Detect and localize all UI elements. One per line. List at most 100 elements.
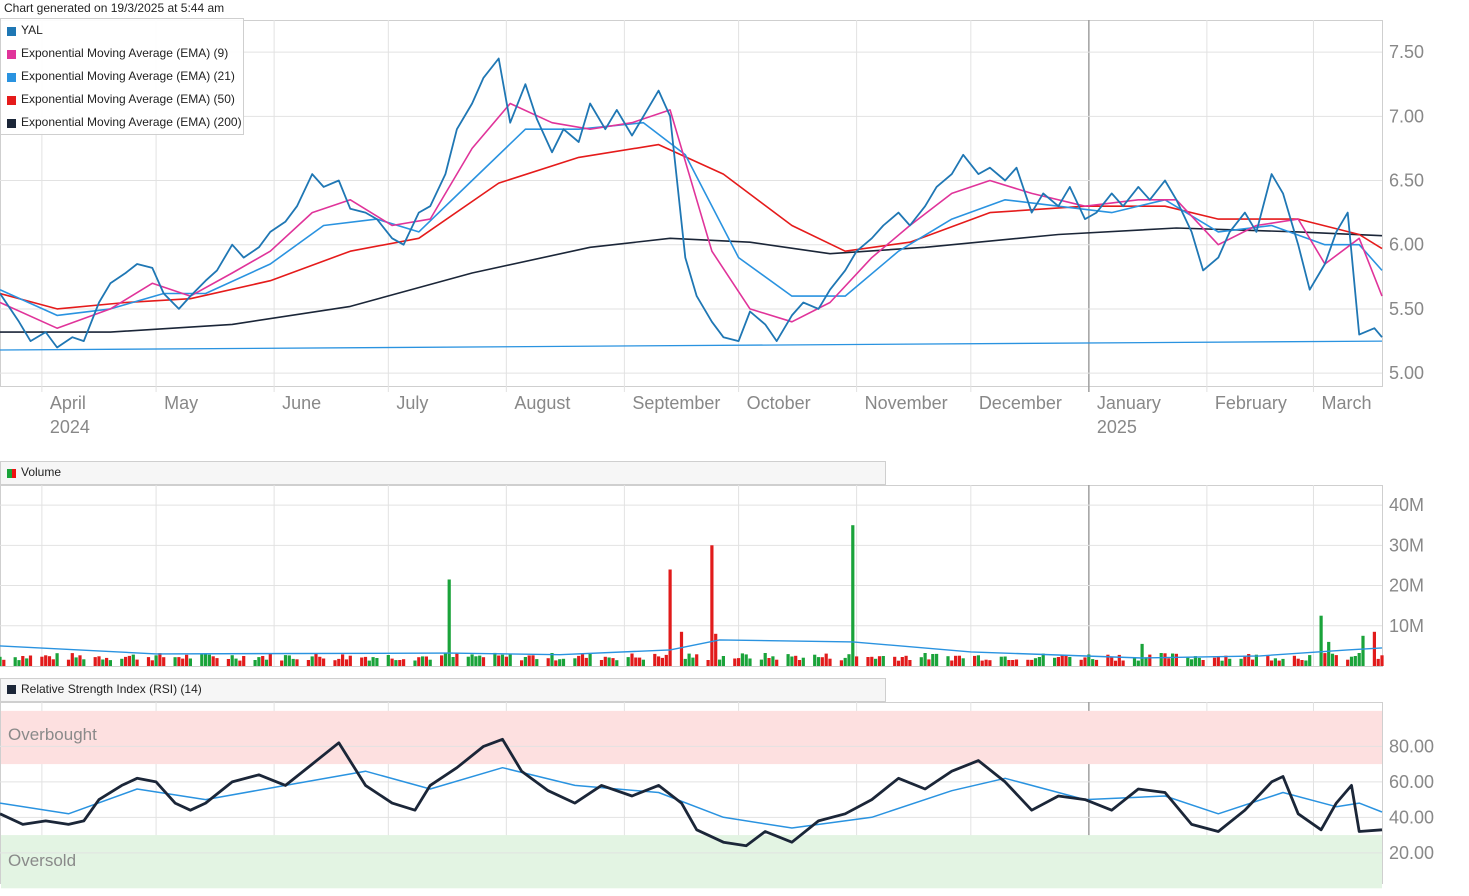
volume-bar	[51, 659, 55, 666]
volume-bar	[1186, 657, 1190, 666]
volume-bar	[93, 657, 97, 666]
volume-bar	[976, 655, 980, 666]
rsi-legend-swatch	[7, 685, 16, 694]
volume-bar	[737, 658, 741, 666]
volume-bar	[1361, 635, 1365, 666]
volume-bar	[428, 659, 432, 666]
volume-bar	[1171, 653, 1175, 666]
volume-bar	[173, 657, 177, 666]
volume-bar	[1041, 653, 1045, 666]
volume-bar	[923, 653, 927, 666]
volume-bar	[394, 660, 398, 666]
volume-bar	[1228, 658, 1232, 666]
volume-bar	[946, 656, 950, 666]
volume-bar	[154, 655, 158, 666]
volume-bar	[215, 658, 219, 666]
volume-bar	[931, 654, 935, 666]
volume-bar	[695, 654, 699, 666]
volume-bar	[386, 655, 390, 666]
volume-bar	[900, 657, 904, 666]
price-tick-label: 7.00	[1389, 106, 1424, 126]
volume-bar	[2, 659, 6, 666]
volume-bar	[1121, 660, 1125, 666]
volume-bar	[896, 660, 901, 666]
x-tick-label: December	[979, 393, 1062, 413]
volume-bar	[721, 656, 725, 666]
volume-bar	[1053, 657, 1057, 666]
volume-bar	[641, 659, 645, 666]
volume-bar	[478, 655, 482, 666]
x-tick-label: March	[1321, 393, 1371, 413]
legend-item: Exponential Moving Average (EMA) (50)	[1, 88, 243, 111]
volume-bar	[375, 658, 379, 666]
volume-bar	[268, 653, 272, 666]
rsi-panel-header: Relative Strength Index (RSI) (14)	[0, 678, 886, 702]
volume-bar	[580, 654, 585, 666]
volume-bar	[935, 653, 939, 666]
volume-bar	[828, 658, 832, 666]
volume-bar	[813, 654, 817, 666]
volume-bar	[1148, 654, 1152, 666]
volume-bar	[714, 633, 718, 666]
volume-bar	[66, 659, 71, 666]
volume-bar	[413, 660, 417, 666]
volume-bar	[961, 658, 965, 666]
x-tick-label: January	[1097, 393, 1161, 413]
volume-bar	[653, 653, 657, 666]
volume-bar	[1030, 659, 1034, 666]
volume-bar	[230, 655, 234, 666]
volume-bar	[1201, 660, 1205, 666]
volume-bar	[1140, 643, 1144, 666]
volume-bar	[295, 659, 299, 666]
volume-bar	[679, 631, 684, 666]
volume-bar	[78, 655, 82, 666]
volume-bar	[314, 654, 318, 666]
volume-bar	[797, 660, 802, 666]
legend-swatch	[7, 119, 16, 128]
price-tick-label: 6.50	[1389, 171, 1424, 191]
chart-generated-label: Chart generated on 19/3/2025 at 5:44 am	[4, 1, 225, 15]
volume-bar	[261, 656, 265, 666]
volume-bar	[188, 658, 192, 666]
volume-bar	[238, 660, 242, 666]
legend-label: Exponential Moving Average (EMA) (200)	[21, 115, 242, 129]
volume-bar	[1220, 660, 1224, 666]
volume-bar	[55, 653, 59, 666]
volume-bar	[348, 655, 352, 666]
rsi-tick-label: 60.00	[1389, 772, 1434, 792]
volume-bar	[1091, 659, 1095, 666]
volume-bar	[1273, 658, 1277, 666]
volume-bar	[367, 660, 371, 666]
volume-bar	[481, 657, 486, 666]
volume-bar	[759, 659, 763, 666]
volume-bar	[1014, 659, 1019, 666]
volume-bar	[17, 660, 21, 666]
volume-bar	[146, 657, 151, 666]
volume-bar	[763, 653, 767, 666]
volume-bar	[162, 657, 166, 666]
volume-bar	[577, 655, 581, 666]
volume-bar	[584, 657, 588, 666]
volume-bar	[333, 660, 337, 666]
volume-bar	[1174, 653, 1178, 666]
x-tick-label: May	[164, 393, 198, 413]
volume-bar	[1308, 655, 1312, 666]
volume-bar	[1037, 657, 1041, 666]
volume-bar	[748, 658, 752, 666]
volume-bar	[1353, 656, 1357, 666]
volume-bar	[767, 658, 771, 666]
volume-bar	[504, 656, 508, 666]
volume-bar	[337, 658, 341, 666]
volume-bar	[135, 659, 139, 666]
volume-bar	[1068, 657, 1072, 666]
volume-bar	[881, 656, 885, 666]
volume-bar	[634, 657, 638, 666]
volume-bar	[493, 652, 497, 666]
oversold-zone	[1, 835, 1382, 889]
legend-label: Exponential Moving Average (EMA) (9)	[21, 46, 229, 60]
volume-bar	[1094, 659, 1099, 666]
volume-bar	[124, 656, 128, 666]
volume-bar	[13, 657, 17, 666]
volume-bar	[1197, 657, 1201, 666]
volume-bar	[25, 658, 29, 666]
